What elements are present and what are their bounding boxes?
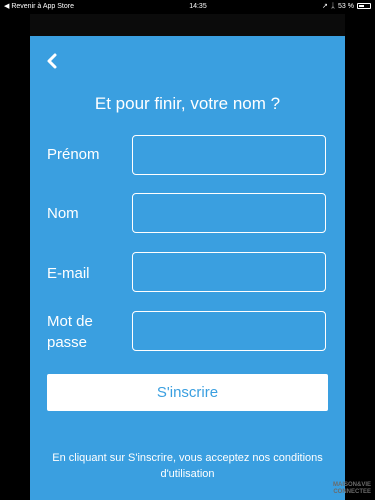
back-button[interactable] bbox=[42, 50, 64, 72]
chevron-left-icon[interactable] bbox=[42, 50, 64, 72]
first-name-input[interactable] bbox=[132, 135, 326, 175]
last-name-input[interactable] bbox=[132, 193, 326, 233]
status-indicators: ↗ ᛣ 53 % bbox=[322, 2, 371, 10]
watermark-logo: MAISON&VIE CONNECTEE bbox=[333, 482, 371, 496]
password-input[interactable] bbox=[132, 311, 326, 351]
signup-panel: Et pour finir, votre nom ? Prénom Nom E-… bbox=[30, 36, 345, 500]
password-label: Mot de passe bbox=[47, 313, 93, 351]
page-title: Et pour finir, votre nom ? bbox=[94, 94, 281, 113]
top-strip bbox=[30, 14, 345, 36]
bluetooth-icon: ᛣ bbox=[330, 2, 336, 10]
battery-level bbox=[359, 5, 364, 7]
battery-percent: 53 % bbox=[338, 2, 354, 10]
status-bar: ◀ Revenir à App Store 14:35 ↗ ᛣ 53 % bbox=[0, 0, 375, 12]
battery-icon bbox=[357, 3, 371, 9]
location-icon: ↗ bbox=[321, 3, 328, 10]
return-to-app-store[interactable]: ◀ Revenir à App Store bbox=[4, 2, 74, 10]
email-input[interactable] bbox=[132, 252, 326, 292]
return-app-store-label[interactable]: ◀ Revenir à App Store bbox=[4, 2, 74, 10]
status-time: 14:35 bbox=[189, 2, 207, 10]
signup-button[interactable]: S'inscrire bbox=[47, 374, 328, 411]
email-label: E-mail bbox=[47, 265, 90, 282]
watermark-line-1: MAISON&VIE bbox=[332, 482, 371, 488]
last-name-label: Nom bbox=[47, 205, 79, 222]
terms-notice: En cliquant sur S'inscrire, vous accepte… bbox=[52, 452, 323, 480]
watermark-line-2: CONNECTEE bbox=[333, 489, 371, 495]
first-name-label: Prénom bbox=[47, 146, 100, 163]
